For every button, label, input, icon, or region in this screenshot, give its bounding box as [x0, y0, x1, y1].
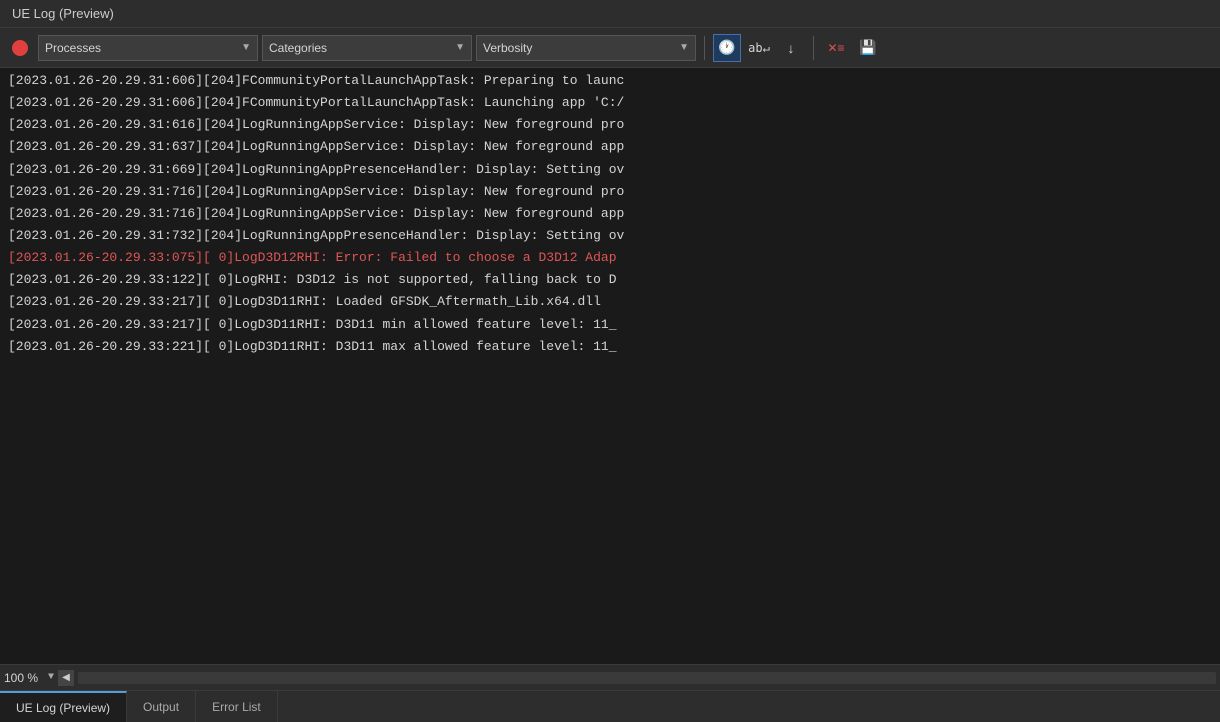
scrollbar-area: 100 % ▼ ◀ — [0, 664, 1220, 690]
clear-icon: ✕≡ — [827, 41, 844, 55]
log-line: [2023.01.26-20.29.31:669][204]LogRunning… — [0, 159, 1220, 181]
verbosity-dropdown[interactable]: Verbosity ▼ — [476, 35, 696, 61]
title-bar: UE Log (Preview) — [0, 0, 1220, 28]
log-line: [2023.01.26-20.29.31:616][204]LogRunning… — [0, 114, 1220, 136]
log-line: [2023.01.26-20.29.31:732][204]LogRunning… — [0, 225, 1220, 247]
wrap-button[interactable]: ab↵ — [745, 34, 773, 62]
log-line: [2023.01.26-20.29.31:716][204]LogRunning… — [0, 181, 1220, 203]
bottom-tab-ue-log[interactable]: UE Log (Preview) — [0, 691, 127, 722]
log-line: [2023.01.26-20.29.33:217][ 0]LogD3D11RHI… — [0, 314, 1220, 336]
log-line: [2023.01.26-20.29.33:075][ 0]LogD3D12RHI… — [0, 247, 1220, 269]
log-area: [2023.01.26-20.29.31:606][204]FCommunity… — [0, 68, 1220, 664]
toolbar-separator-1 — [704, 36, 705, 60]
log-line: [2023.01.26-20.29.31:606][204]FCommunity… — [0, 92, 1220, 114]
bottom-tab-output[interactable]: Output — [127, 691, 196, 722]
categories-label: Categories — [269, 41, 327, 55]
zoom-level: 100 % — [4, 671, 44, 685]
record-icon — [12, 40, 28, 56]
bottom-tabs: UE Log (Preview)OutputError List — [0, 690, 1220, 722]
zoom-dropdown-arrow-icon[interactable]: ▼ — [48, 672, 54, 683]
log-line: [2023.01.26-20.29.33:217][ 0]LogD3D11RHI… — [0, 291, 1220, 313]
scroll-left-button[interactable]: ◀ — [58, 670, 74, 686]
title-bar-text: UE Log (Preview) — [12, 6, 114, 21]
scroll-end-icon: ↓ — [788, 40, 795, 56]
log-line: [2023.01.26-20.29.31:606][204]FCommunity… — [0, 70, 1220, 92]
processes-dropdown[interactable]: Processes ▼ — [38, 35, 258, 61]
toolbar-separator-2 — [813, 36, 814, 60]
categories-dropdown[interactable]: Categories ▼ — [262, 35, 472, 61]
history-icon: 🕐 — [718, 39, 735, 56]
verbosity-label: Verbosity — [483, 41, 532, 55]
clear-button[interactable]: ✕≡ — [822, 34, 850, 62]
processes-arrow-icon: ▼ — [241, 42, 251, 53]
history-button[interactable]: 🕐 — [713, 34, 741, 62]
categories-arrow-icon: ▼ — [455, 42, 465, 53]
record-button[interactable] — [6, 34, 34, 62]
log-line: [2023.01.26-20.29.31:716][204]LogRunning… — [0, 203, 1220, 225]
scroll-end-button[interactable]: ↓ — [777, 34, 805, 62]
horizontal-scrollbar[interactable] — [78, 672, 1216, 684]
save-icon: 💾 — [859, 39, 876, 56]
processes-label: Processes — [45, 41, 101, 55]
log-line: [2023.01.26-20.29.31:637][204]LogRunning… — [0, 136, 1220, 158]
save-button[interactable]: 💾 — [854, 34, 882, 62]
toolbar: Processes ▼ Categories ▼ Verbosity ▼ 🕐 a… — [0, 28, 1220, 68]
wrap-icon: ab↵ — [748, 41, 770, 55]
log-line: [2023.01.26-20.29.33:122][ 0]LogRHI: D3D… — [0, 269, 1220, 291]
verbosity-arrow-icon: ▼ — [679, 42, 689, 53]
log-line: [2023.01.26-20.29.33:221][ 0]LogD3D11RHI… — [0, 336, 1220, 358]
bottom-tab-error-list[interactable]: Error List — [196, 691, 278, 722]
